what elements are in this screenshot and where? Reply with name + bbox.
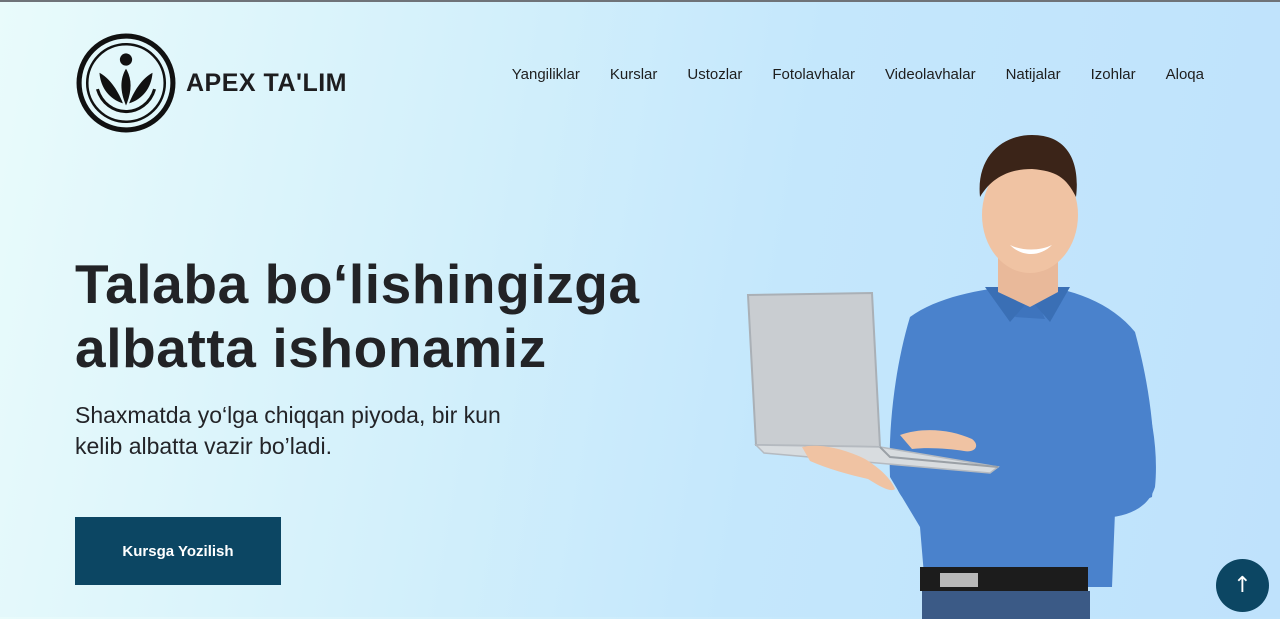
main-nav: Yangiliklar Kurslar Ustozlar Fotolavhala… bbox=[512, 66, 1204, 83]
enroll-button[interactable]: Kursga Yozilish bbox=[75, 517, 281, 585]
nav-item-natijalar[interactable]: Natijalar bbox=[1006, 66, 1061, 83]
hero-title-line-1: Talaba bo‘lishingizga bbox=[75, 253, 640, 315]
hero-subtitle: Shaxmatda yo‘lga chiqqan piyoda, bir kun… bbox=[75, 402, 501, 459]
hero-title-line-2: albatta ishonamiz bbox=[75, 317, 547, 379]
brand-name: APEX TA'LIM bbox=[186, 68, 347, 97]
hero-title: Talaba bo‘lishingizga albatta ishonamiz bbox=[75, 252, 695, 380]
lotus-figure-logo-icon bbox=[76, 33, 176, 133]
arrow-up-icon: ↑ bbox=[1233, 573, 1252, 598]
nav-item-ustozlar[interactable]: Ustozlar bbox=[687, 66, 742, 83]
scroll-to-top-button[interactable]: ↑ bbox=[1216, 559, 1269, 612]
brand-logo[interactable]: APEX TA'LIM bbox=[75, 32, 347, 134]
nav-item-aloqa[interactable]: Aloqa bbox=[1166, 66, 1204, 83]
nav-item-izohlar[interactable]: Izohlar bbox=[1091, 66, 1136, 83]
nav-item-fotolavhalar[interactable]: Fotolavhalar bbox=[772, 66, 855, 83]
nav-item-videolavhalar[interactable]: Videolavhalar bbox=[885, 66, 976, 83]
nav-item-yangiliklar[interactable]: Yangiliklar bbox=[512, 66, 580, 83]
nav-item-kurslar[interactable]: Kurslar bbox=[610, 66, 658, 83]
man-with-laptop-illustration bbox=[746, 135, 1156, 619]
